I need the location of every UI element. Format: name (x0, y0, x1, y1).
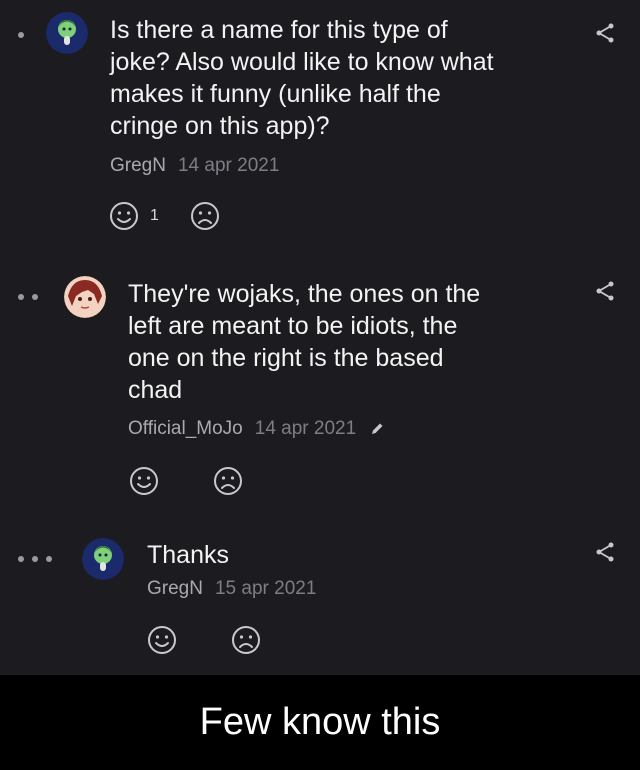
frown-reaction-button[interactable] (189, 200, 221, 232)
comment-thread: Is there a name for this type of joke? A… (0, 0, 640, 675)
comment-line: Is there a name for this type of (110, 16, 448, 44)
avatar[interactable] (64, 276, 106, 318)
comment-date: 14 apr 2021 (177, 155, 280, 176)
comment-line: cringe on this app)? (110, 112, 330, 140)
share-icon[interactable] (594, 541, 616, 563)
comment-line: They're wojaks, the ones on the (128, 280, 481, 308)
comment-text: They're wojaks, the ones on the left are… (128, 278, 480, 406)
comment-date: 14 apr 2021 (254, 418, 357, 439)
author-name[interactable]: GregN (110, 155, 166, 176)
smile-icon (130, 467, 158, 495)
frown-icon (214, 467, 242, 495)
anime-avatar-icon (64, 276, 106, 318)
comment-line: left are meant to be idiots, the (128, 312, 458, 340)
comment-line: one on the right is the based (128, 344, 444, 372)
comment-text: Is there a name for this type of joke? A… (110, 14, 494, 142)
share-icon[interactable] (594, 22, 616, 44)
smile-icon (148, 626, 176, 654)
frown-reaction-button[interactable] (212, 465, 244, 497)
pencil-icon (372, 423, 383, 434)
depth-dot (46, 556, 52, 562)
smile-reaction-button[interactable]: 1 (108, 200, 189, 232)
reaction-bar: 1 (108, 200, 221, 232)
thread-depth-indicator (18, 277, 38, 317)
comment-meta: Official_MoJo 14 apr 2021 (128, 417, 385, 441)
smile-count: 1 (150, 207, 159, 224)
comment-line: Thanks (147, 541, 229, 569)
depth-dot (32, 556, 38, 562)
smile-reaction-button[interactable] (146, 624, 178, 656)
author-name[interactable]: Official_MoJo (128, 418, 243, 439)
wojak-avatar-icon (46, 12, 88, 54)
comment-line: chad (128, 376, 183, 404)
depth-dot (32, 294, 38, 300)
author-name[interactable]: GregN (147, 578, 203, 599)
thread-depth-indicator (18, 15, 24, 55)
comment-meta: GregN 15 apr 2021 (147, 577, 316, 601)
depth-dot (18, 556, 24, 562)
frown-icon (190, 202, 219, 230)
frown-reaction-button[interactable] (230, 624, 262, 656)
depth-dot (18, 32, 24, 38)
depth-dot (18, 294, 24, 300)
wojak-avatar-icon (82, 538, 124, 580)
thread-depth-indicator (18, 539, 52, 579)
comment-line: makes it funny (unlike half the (110, 80, 441, 108)
frown-icon (232, 626, 260, 654)
avatar[interactable] (46, 12, 88, 54)
comment-text: Thanks (147, 539, 229, 571)
reaction-bar (146, 624, 262, 656)
comment-meta: GregN 14 apr 2021 (110, 154, 279, 178)
avatar[interactable] (82, 538, 124, 580)
reaction-bar (128, 465, 244, 497)
caption-banner: Few know this (0, 675, 640, 770)
smile-reaction-button[interactable] (128, 465, 160, 497)
smile-icon (110, 202, 138, 230)
caption-text: Few know this (199, 701, 441, 743)
comment-date: 15 apr 2021 (214, 578, 317, 599)
comment-line: joke? Also would like to know what (110, 48, 494, 76)
share-icon[interactable] (594, 280, 616, 302)
